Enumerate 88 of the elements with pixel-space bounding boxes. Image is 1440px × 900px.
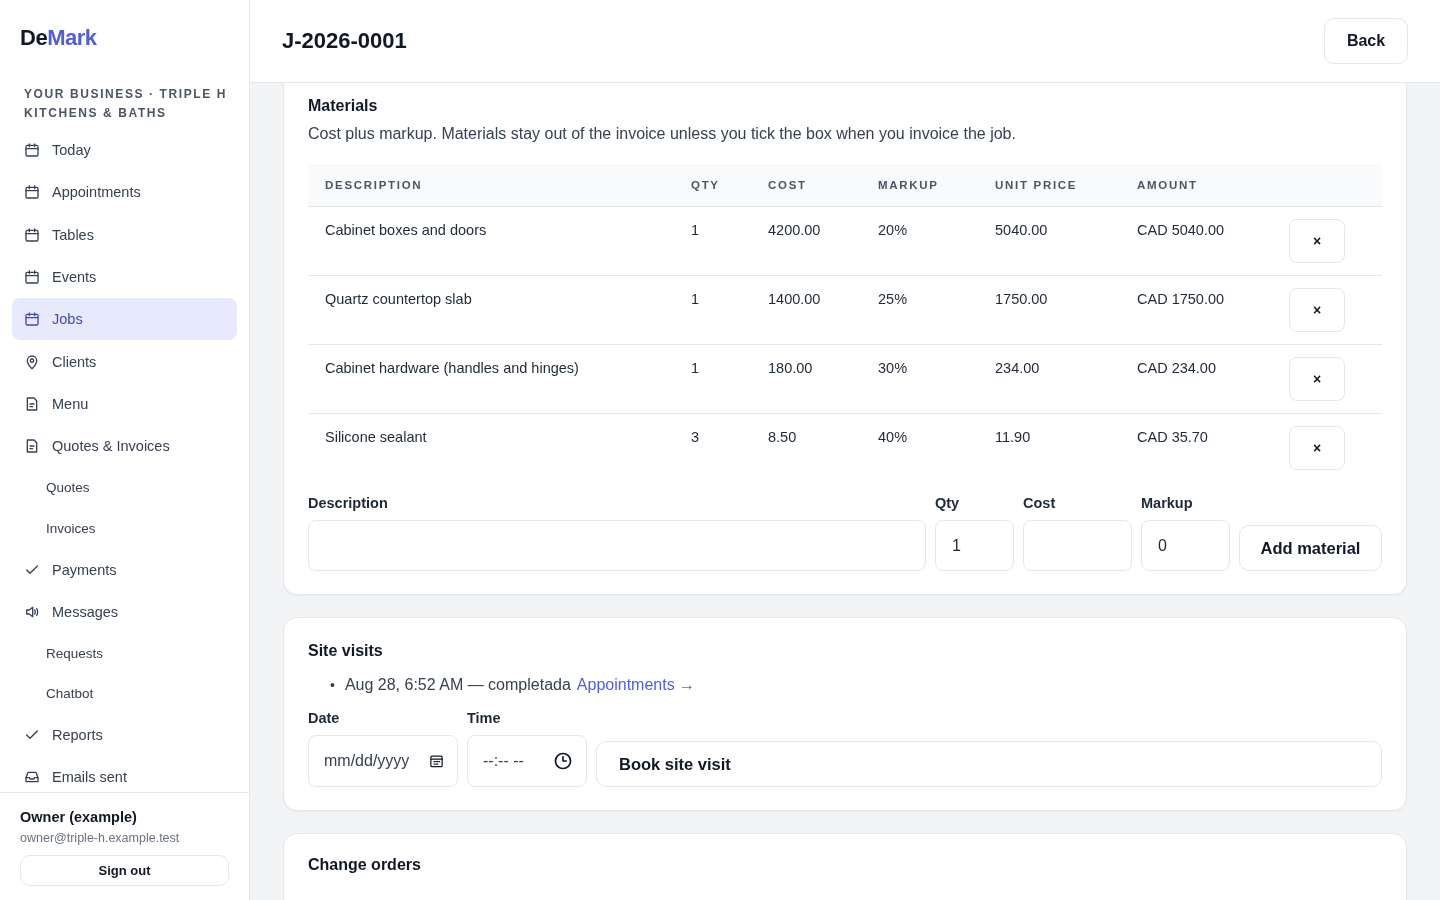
section-description: Cost plus markup. Materials stay out of the invoice unless you tick the box when you invoice the job. [308, 125, 1017, 143]
bullet: • [330, 676, 335, 695]
document-icon [24, 395, 40, 412]
sidebar-item[interactable]: Appointments [12, 171, 237, 214]
table-cell-text: 1 [691, 290, 700, 307]
sidebar-subitem[interactable]: Requests [12, 632, 237, 674]
column-header: QTY [691, 179, 720, 191]
column-header: DESCRIPTION [325, 179, 423, 191]
table-cell-text: CAD 1750.00 [1137, 290, 1225, 307]
sidebar-item[interactable]: Tables [12, 213, 237, 256]
table-cell-text: 3 [691, 428, 700, 445]
section-title: Site visits [308, 642, 384, 660]
sidebar-item[interactable]: Quotes & Invoices [12, 425, 237, 468]
sidebar-item[interactable]: Jobs [12, 298, 237, 341]
clock-icon [553, 751, 573, 771]
appointments-link[interactable]: Appointments → [576, 674, 696, 696]
table-cell-text: 1 [691, 359, 700, 376]
calendar-icon [429, 753, 444, 769]
brand-logo[interactable]: DeMark [20, 25, 97, 51]
input-field[interactable] [308, 520, 926, 571]
table-cell-text: 180.00 [768, 359, 813, 376]
column-header: COST [768, 179, 807, 191]
sidebar-subitem[interactable]: Quotes [12, 467, 237, 508]
sidebar-subitem[interactable]: Invoices [12, 507, 237, 549]
table-cell-text: 4200.00 [768, 221, 821, 238]
add-material-button[interactable]: Add material [1239, 525, 1382, 571]
sidebar-item[interactable]: Clients [12, 340, 237, 383]
sidebar-item[interactable]: Today [12, 129, 237, 172]
calendar-icon [24, 142, 40, 159]
table-cell-text: Cabinet hardware (handles and hinges) [325, 359, 579, 376]
user-email: owner@triple-h.example.test [20, 831, 181, 845]
visit-entry: Aug 28, 6:52 AM — completada [344, 675, 571, 695]
remove-button[interactable]: × [1289, 288, 1345, 332]
column-header: UNIT PRICE [995, 179, 1078, 191]
table-cell-text: 5040.00 [995, 221, 1048, 238]
table-cell-text: 40% [878, 428, 908, 445]
page-title: J-2026-0001 [282, 28, 407, 54]
field-label: Time [467, 710, 502, 726]
business-name: YOUR BUSINESS · TRIPLE H KITCHENS & BATHS [24, 86, 229, 122]
document-icon [24, 438, 40, 455]
sidebar-item[interactable]: Reports [12, 713, 237, 757]
table-cell-text: CAD 5040.00 [1137, 221, 1225, 238]
input-field[interactable]: 0 [1141, 520, 1230, 571]
user-name: Owner (example) [20, 809, 138, 825]
table-cell-text: 8.50 [768, 428, 797, 445]
table-cell-text: Quartz countertop slab [325, 290, 472, 307]
time-field[interactable]: --:-- -- [467, 735, 587, 787]
table-cell-text: 25% [878, 290, 908, 307]
table-cell-text: 20% [878, 221, 908, 238]
section-title: Materials [308, 97, 379, 115]
location-pin-icon [24, 353, 40, 370]
sidebar-item[interactable]: Messages [12, 590, 237, 633]
remove-button[interactable]: × [1289, 219, 1345, 263]
table-cell-text: 30% [878, 359, 908, 376]
table-cell-text: 1400.00 [768, 290, 821, 307]
table-cell-text: 1750.00 [995, 290, 1048, 307]
input-field[interactable]: 1 [935, 520, 1014, 571]
table-cell-text: 11.90 [995, 428, 1031, 445]
sidebar-item[interactable]: Emails sent [12, 756, 237, 792]
remove-button[interactable]: × [1289, 426, 1345, 470]
field-label: Markup [1141, 495, 1194, 511]
calendar-icon [24, 269, 40, 286]
book-site-visit-button[interactable]: Book site visit [596, 741, 1382, 787]
sign-out-button[interactable]: Sign out [20, 855, 229, 886]
table-cell-text: CAD 234.00 [1137, 359, 1216, 376]
field-label: Date [308, 710, 341, 726]
column-header: AMOUNT [1137, 179, 1198, 191]
field-label: Description [308, 495, 389, 511]
calendar-icon [24, 311, 40, 328]
column-header: MARKUP [878, 179, 939, 191]
table-cell-text: Cabinet boxes and doors [325, 221, 487, 238]
sidebar-subitem[interactable]: Chatbot [12, 673, 237, 714]
table-cell-text: 234.00 [995, 359, 1040, 376]
field-label: Cost [1023, 495, 1057, 511]
input-field[interactable] [1023, 520, 1132, 571]
table-cell-text: 1 [691, 221, 700, 238]
sidebar-item[interactable]: Events [12, 255, 237, 299]
sidebar-item[interactable]: Payments [12, 548, 237, 591]
remove-button[interactable]: × [1289, 357, 1345, 401]
sidebar-item[interactable]: Menu [12, 382, 237, 426]
field-label: Qty [935, 495, 961, 511]
back-button[interactable]: Back [1324, 18, 1408, 64]
calendar-icon [24, 226, 40, 243]
calendar-icon [24, 184, 40, 201]
table-cell-text: CAD 35.70 [1137, 428, 1208, 445]
table-cell-text: Silicone sealant [325, 428, 427, 445]
section-title: Change orders [308, 856, 422, 874]
date-field[interactable]: mm/dd/yyyy [308, 735, 458, 787]
